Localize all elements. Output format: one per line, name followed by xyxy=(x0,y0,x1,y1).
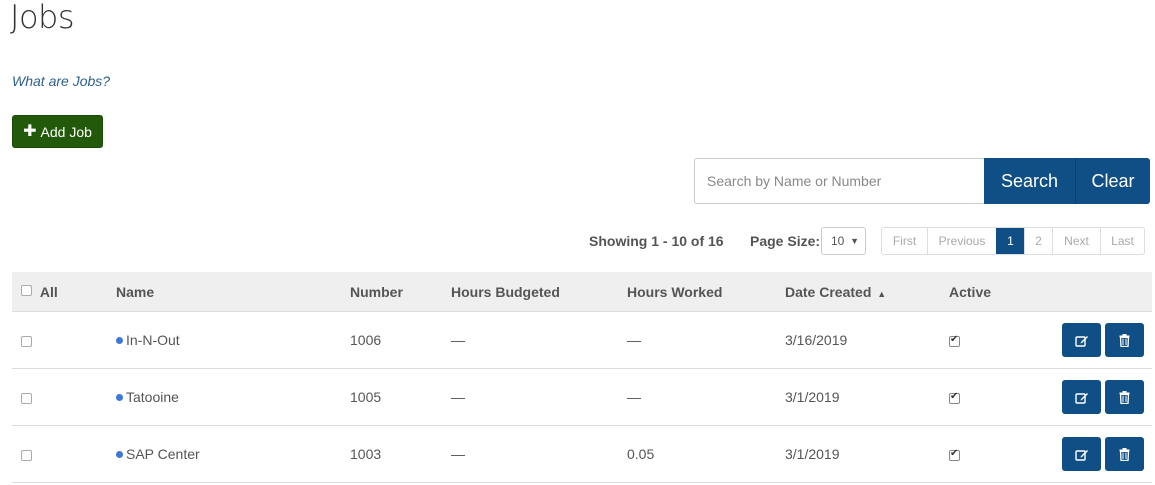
trash-icon xyxy=(1119,333,1130,347)
hours-budgeted: — xyxy=(451,425,627,483)
job-number: 1005 xyxy=(350,368,451,426)
edit-icon xyxy=(1074,449,1088,461)
active-cell xyxy=(949,311,1059,369)
pager-page-1[interactable]: 1 xyxy=(996,228,1024,254)
hours-worked: — xyxy=(627,368,785,426)
delete-button[interactable] xyxy=(1105,437,1144,471)
active-checkbox xyxy=(949,334,960,347)
hours-worked: 0.05 xyxy=(627,425,785,483)
sort-up-icon: ▲ xyxy=(877,288,887,299)
job-name[interactable]: SAP Center xyxy=(126,446,200,462)
page-size-value: 10 xyxy=(831,234,845,248)
edit-button[interactable] xyxy=(1062,323,1101,357)
header-hours-budgeted[interactable]: Hours Budgeted xyxy=(451,272,627,312)
page-size-label: Page Size: xyxy=(750,233,821,249)
header-name[interactable]: Name xyxy=(116,272,350,312)
delete-button[interactable] xyxy=(1105,323,1144,357)
hours-budgeted: — xyxy=(451,311,627,369)
hours-budgeted: — xyxy=(451,368,627,426)
pager-page-2[interactable]: 2 xyxy=(1024,228,1052,254)
plus-icon: ✚ xyxy=(23,122,37,140)
search-bar: Search Clear xyxy=(694,158,1150,204)
header-select-all: All xyxy=(12,272,116,312)
page-title: Jobs xyxy=(10,0,75,36)
name-cell: Tatooine xyxy=(116,368,350,426)
row-checkbox[interactable] xyxy=(21,449,32,461)
pager-next[interactable]: Next xyxy=(1052,228,1100,254)
trash-icon xyxy=(1119,390,1130,404)
header-actions xyxy=(1059,272,1152,312)
what-are-jobs-link[interactable]: What are Jobs? xyxy=(12,73,110,89)
active-checkbox xyxy=(949,391,960,404)
trash-icon xyxy=(1119,447,1130,461)
actions-cell xyxy=(1059,368,1152,426)
search-input[interactable] xyxy=(694,158,984,204)
select-all-checkbox[interactable] xyxy=(21,285,32,297)
header-hours-worked[interactable]: Hours Worked xyxy=(627,272,785,312)
edit-button[interactable] xyxy=(1062,437,1101,471)
job-number: 1006 xyxy=(350,311,451,369)
add-job-button[interactable]: ✚ Add Job xyxy=(12,115,103,148)
page-size-select[interactable]: 10 ▼ xyxy=(821,227,866,255)
date-created: 3/1/2019 xyxy=(785,425,949,483)
pager-first[interactable]: First xyxy=(882,228,927,254)
row-select-cell xyxy=(12,368,116,426)
clear-button[interactable]: Clear xyxy=(1075,158,1150,204)
showing-count: Showing 1 - 10 of 16 xyxy=(589,233,724,249)
table-row: Tatooine 1005— —3/1/2019 xyxy=(12,368,1152,426)
status-dot-icon xyxy=(116,336,123,344)
chevron-down-icon: ▼ xyxy=(850,236,859,246)
edit-icon xyxy=(1074,392,1088,404)
row-checkbox[interactable] xyxy=(21,335,32,347)
header-date-created[interactable]: Date Created ▲ xyxy=(785,272,949,312)
header-active[interactable]: Active xyxy=(949,272,1059,312)
search-button[interactable]: Search xyxy=(984,158,1075,204)
row-select-cell xyxy=(12,311,116,369)
row-select-cell xyxy=(12,425,116,483)
header-date-created-label: Date Created xyxy=(785,283,872,300)
active-checkbox xyxy=(949,448,960,461)
table-row: SAP Center 1003—0.05 3/1/2019 xyxy=(12,425,1152,483)
add-job-label: Add Job xyxy=(40,123,92,140)
edit-button[interactable] xyxy=(1062,380,1101,414)
name-cell: In-N-Out xyxy=(116,311,350,369)
pager-previous[interactable]: Previous xyxy=(927,228,996,254)
status-dot-icon xyxy=(116,450,123,458)
job-number: 1003 xyxy=(350,425,451,483)
hours-worked: — xyxy=(627,311,785,369)
pagination: First Previous 1 2 Next Last xyxy=(881,227,1145,255)
job-name[interactable]: In-N-Out xyxy=(126,332,180,348)
job-name[interactable]: Tatooine xyxy=(126,389,179,405)
actions-cell xyxy=(1059,311,1152,369)
select-all-label: All xyxy=(39,283,58,300)
name-cell: SAP Center xyxy=(116,425,350,483)
header-number[interactable]: Number xyxy=(350,272,451,312)
date-created: 3/1/2019 xyxy=(785,368,949,426)
row-checkbox[interactable] xyxy=(21,392,32,404)
delete-button[interactable] xyxy=(1105,380,1144,414)
actions-cell xyxy=(1059,425,1152,483)
date-created: 3/16/2019 xyxy=(785,311,949,369)
edit-icon xyxy=(1074,335,1088,347)
active-cell xyxy=(949,425,1059,483)
pager-last[interactable]: Last xyxy=(1100,228,1144,254)
jobs-table: All Name Number Hours Budgeted Hours Wor… xyxy=(12,272,1152,483)
table-header-row: All Name Number Hours Budgeted Hours Wor… xyxy=(12,272,1152,312)
table-row: In-N-Out 1006— —3/16/2019 xyxy=(12,311,1152,369)
active-cell xyxy=(949,368,1059,426)
status-dot-icon xyxy=(116,393,123,401)
